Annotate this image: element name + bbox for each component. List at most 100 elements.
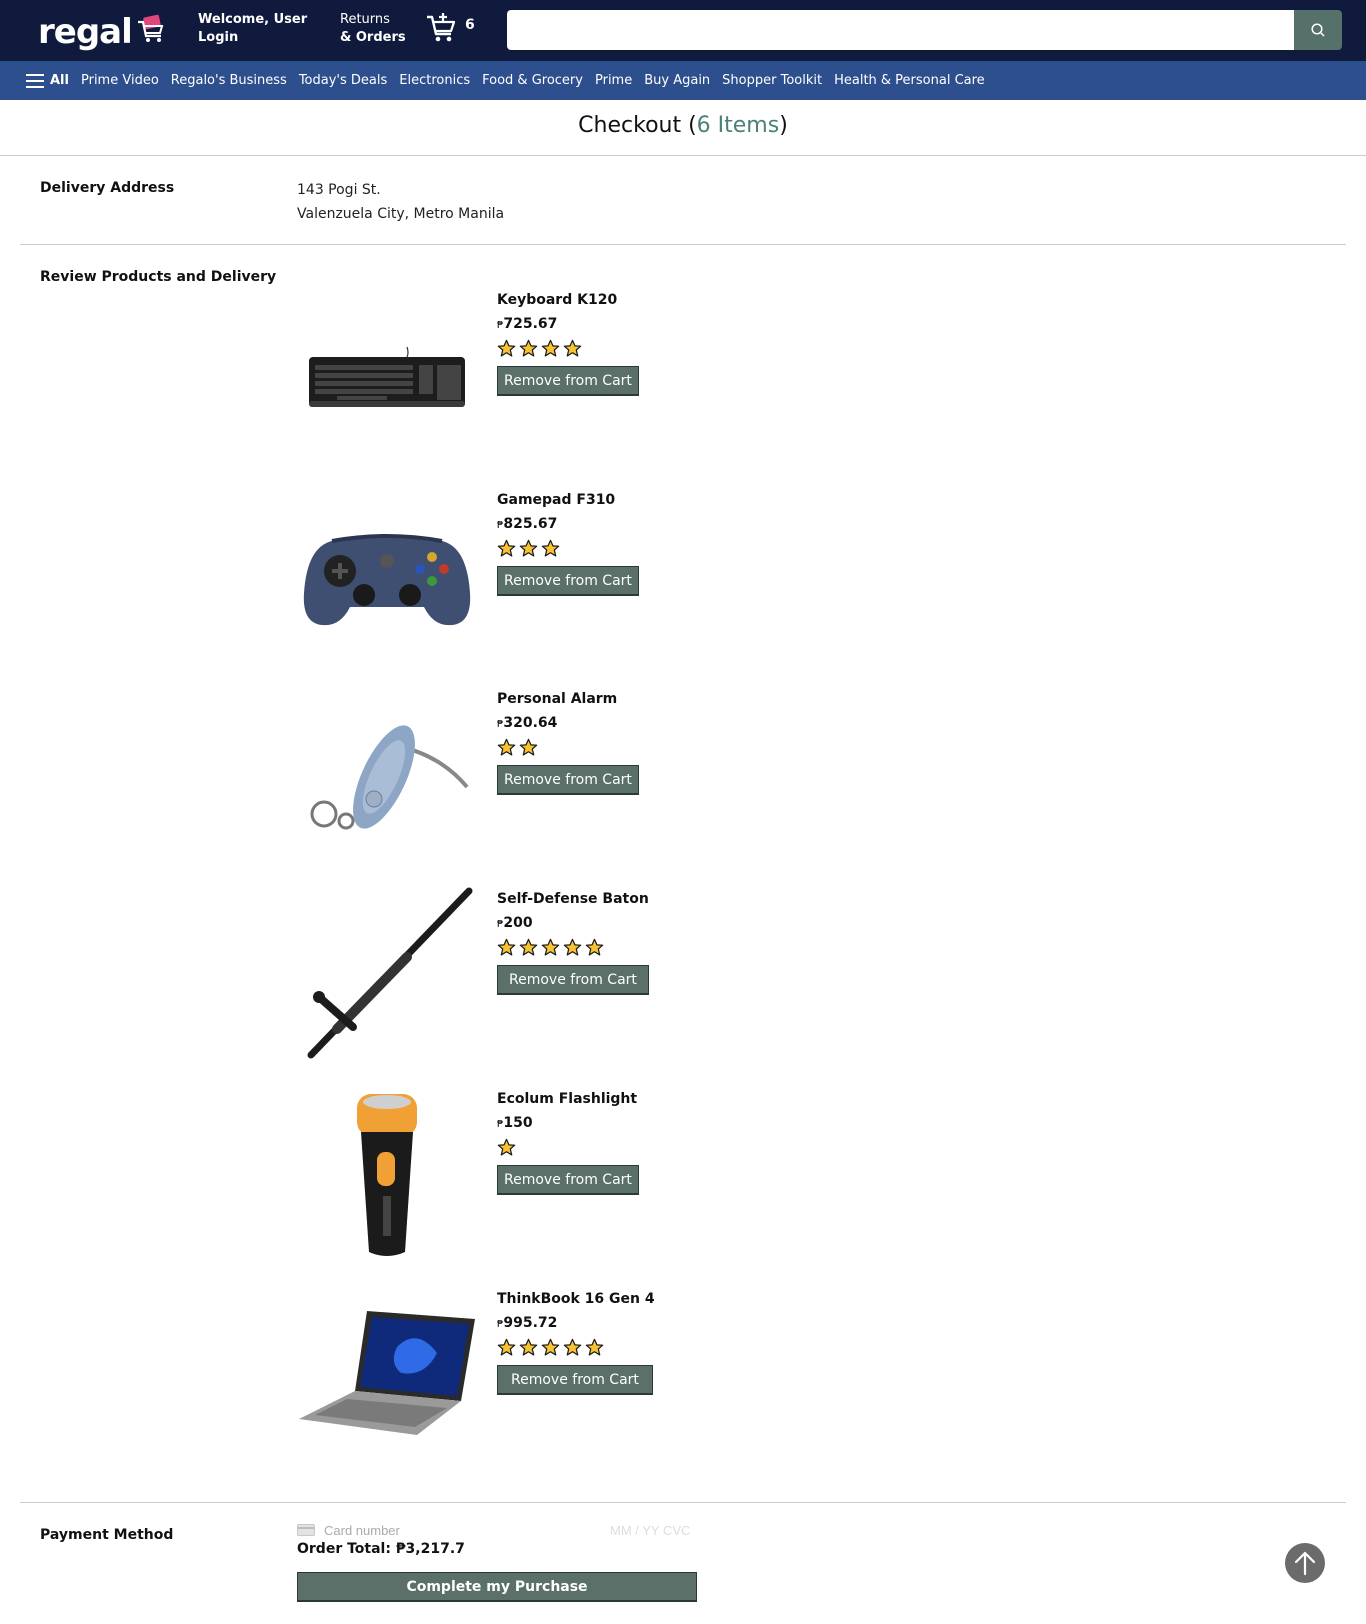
item-count: 6 Items xyxy=(696,113,780,138)
product-item: Ecolum Flashlight ₱150 Remove from Cart xyxy=(297,1087,717,1267)
product-item: Gamepad F310 ₱825.67 Remove from Cart xyxy=(297,488,717,668)
title-prefix: Checkout ( xyxy=(578,113,697,138)
product-price: ₱725.67 xyxy=(497,312,639,336)
price-value: 995.72 xyxy=(503,1315,558,1331)
arrow-up-icon xyxy=(1294,1551,1316,1576)
remove-from-cart-button[interactable]: Remove from Cart xyxy=(497,1165,639,1195)
product-name: ThinkBook 16 Gen 4 xyxy=(497,1291,655,1307)
star-icon xyxy=(519,1338,538,1356)
product-item: Self-Defense Baton ₱200 Remove from Cart xyxy=(297,887,717,1067)
star-rating xyxy=(497,336,639,360)
star-icon xyxy=(497,539,516,557)
product-info: Personal Alarm ₱320.64 Remove from Cart xyxy=(497,687,639,795)
star-icon xyxy=(519,339,538,357)
returns-orders-link[interactable]: Returns & Orders xyxy=(340,11,406,47)
star-icon xyxy=(497,1138,516,1156)
product-price: ₱995.72 xyxy=(497,1311,655,1335)
star-icon xyxy=(585,1338,604,1356)
product-info: Gamepad F310 ₱825.67 Remove from Cart xyxy=(497,488,639,596)
nav-item-shopper-toolkit[interactable]: Shopper Toolkit xyxy=(722,73,822,88)
product-name: Keyboard K120 xyxy=(497,292,618,308)
cart-count: 6 xyxy=(465,17,475,33)
expiry-cvc-placeholder: MM / YY CVC xyxy=(610,1522,691,1538)
star-icon xyxy=(541,339,560,357)
nav-item-todays-deals[interactable]: Today's Deals xyxy=(299,73,387,88)
search-button[interactable] xyxy=(1294,10,1342,50)
star-icon xyxy=(563,339,582,357)
star-icon xyxy=(519,938,538,956)
card-number-placeholder: Card number xyxy=(324,1522,400,1538)
page-title: Checkout (6 Items) xyxy=(0,113,1366,138)
delivery-address-label: Delivery Address xyxy=(40,180,175,196)
product-price: ₱320.64 xyxy=(497,711,639,735)
remove-from-cart-button[interactable]: Remove from Cart xyxy=(497,566,639,596)
nav-item-regalos-business[interactable]: Regalo's Business xyxy=(171,73,287,88)
product-info: ThinkBook 16 Gen 4 ₱995.72 Remove from C… xyxy=(497,1287,655,1395)
product-name: Ecolum Flashlight xyxy=(497,1091,638,1107)
address-line-2: Valenzuela City, Metro Manila xyxy=(297,206,505,222)
complete-purchase-button[interactable]: Complete my Purchase xyxy=(297,1572,697,1602)
star-icon xyxy=(497,938,516,956)
delivery-address: 143 Pogi St. Valenzuela City, Metro Mani… xyxy=(297,178,504,226)
search-icon xyxy=(1311,23,1325,37)
price-value: 150 xyxy=(503,1115,533,1131)
nav-item-prime[interactable]: Prime xyxy=(595,73,632,88)
account-link[interactable]: Welcome, User Login xyxy=(198,11,307,47)
nav-item-buy-again[interactable]: Buy Again xyxy=(644,73,710,88)
keyboard-image xyxy=(297,288,477,468)
remove-from-cart-button[interactable]: Remove from Cart xyxy=(497,765,639,795)
star-icon xyxy=(519,738,538,756)
remove-from-cart-button[interactable]: Remove from Cart xyxy=(497,965,649,995)
product-price: ₱150 xyxy=(497,1111,639,1135)
nav-item-prime-video[interactable]: Prime Video xyxy=(81,73,159,88)
nav-item-electronics[interactable]: Electronics xyxy=(399,73,470,88)
address-line-1: 143 Pogi St. xyxy=(297,182,381,198)
star-icon xyxy=(541,938,560,956)
card-input[interactable]: Card number MM / YY CVC xyxy=(297,1521,697,1539)
orders-text: & Orders xyxy=(340,30,406,45)
star-icon xyxy=(541,539,560,557)
price-value: 200 xyxy=(503,915,533,931)
remove-from-cart-button[interactable]: Remove from Cart xyxy=(497,366,639,396)
star-icon xyxy=(519,539,538,557)
returns-text: Returns xyxy=(340,12,390,27)
gamepad-image xyxy=(297,488,477,668)
remove-from-cart-button[interactable]: Remove from Cart xyxy=(497,1365,653,1395)
nav-all-menu[interactable]: All xyxy=(26,73,69,88)
star-icon xyxy=(563,938,582,956)
star-icon xyxy=(541,1338,560,1356)
cart-button[interactable]: 6 xyxy=(425,12,475,44)
star-rating xyxy=(497,536,639,560)
payment-method-label: Payment Method xyxy=(40,1527,174,1543)
category-nav: All Prime Video Regalo's Business Today'… xyxy=(0,61,1366,100)
product-item: Keyboard K120 ₱725.67 Remove from Cart xyxy=(297,288,717,468)
divider xyxy=(20,1502,1346,1503)
nav-all-label: All xyxy=(50,73,69,88)
product-name: Gamepad F310 xyxy=(497,492,616,508)
nav-item-food-grocery[interactable]: Food & Grocery xyxy=(482,73,583,88)
price-value: 320.64 xyxy=(503,715,558,731)
star-icon xyxy=(497,1338,516,1356)
review-products-label: Review Products and Delivery xyxy=(40,269,277,285)
logo-text: regal xyxy=(38,12,133,52)
product-info: Keyboard K120 ₱725.67 Remove from Cart xyxy=(497,288,639,396)
price-value: 725.67 xyxy=(503,316,558,332)
title-suffix: ) xyxy=(779,113,788,138)
scroll-to-top-button[interactable] xyxy=(1285,1543,1325,1583)
star-rating xyxy=(497,935,649,959)
divider xyxy=(20,244,1346,245)
product-info: Self-Defense Baton ₱200 Remove from Cart xyxy=(497,887,649,995)
regal-logo[interactable]: regal xyxy=(38,12,168,52)
divider xyxy=(0,155,1366,156)
product-item: ThinkBook 16 Gen 4 ₱995.72 Remove from C… xyxy=(297,1287,717,1467)
product-item: Personal Alarm ₱320.64 Remove from Cart xyxy=(297,687,717,867)
logo-cart-icon xyxy=(137,14,164,42)
star-rating xyxy=(497,735,639,759)
nav-item-health-personal-care[interactable]: Health & Personal Care xyxy=(834,73,985,88)
baton-image xyxy=(297,887,477,1067)
star-icon xyxy=(497,738,516,756)
product-name: Self-Defense Baton xyxy=(497,891,649,907)
price-value: 825.67 xyxy=(503,516,558,532)
top-header: regal Welcome, User Login Returns & Orde… xyxy=(0,0,1366,61)
search-input[interactable] xyxy=(507,10,1295,50)
